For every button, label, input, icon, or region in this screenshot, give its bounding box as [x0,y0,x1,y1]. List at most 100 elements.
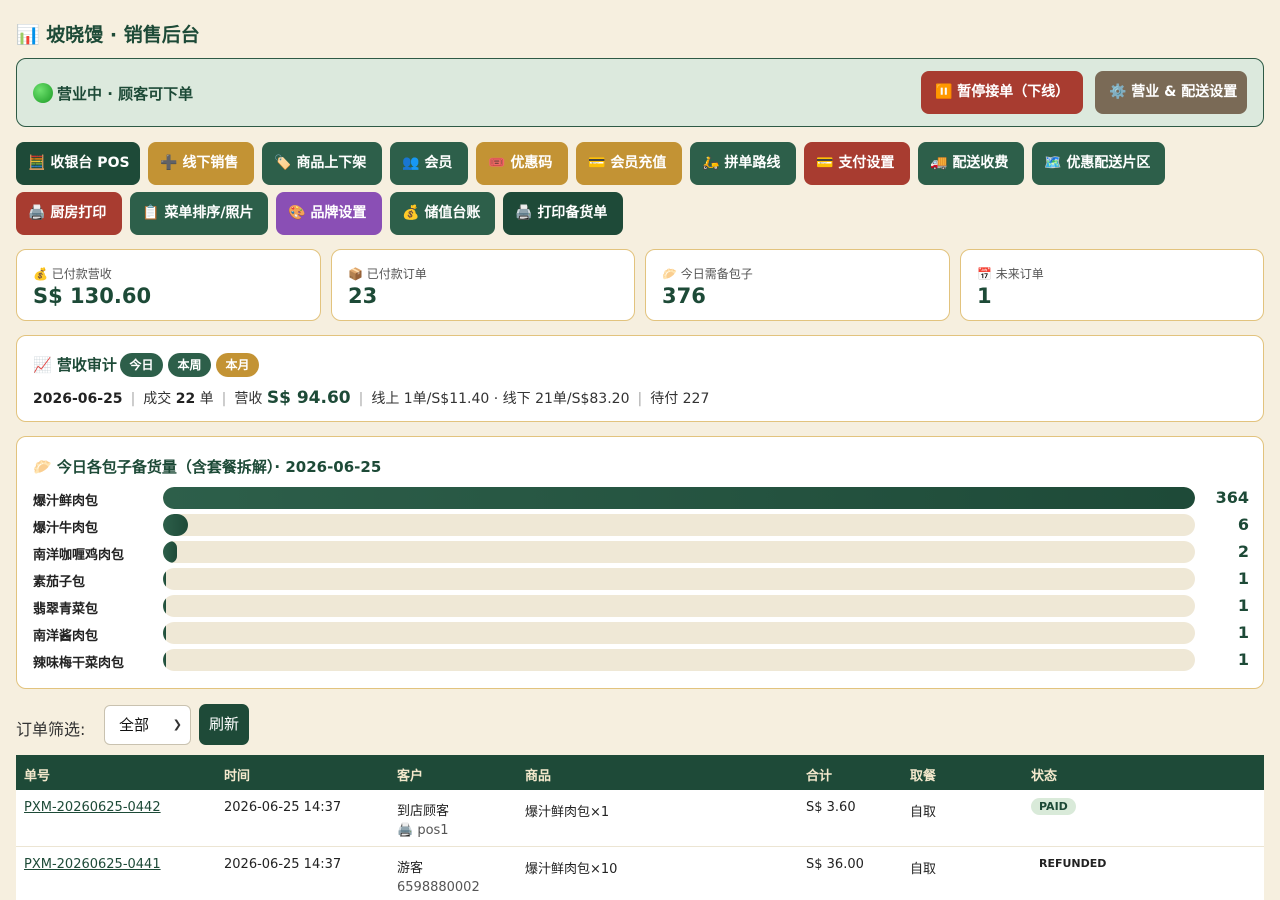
tab-today[interactable]: 今日 [120,353,163,377]
stock-item-name: 爆汁鲜肉包 [33,494,99,509]
nav-members-button[interactable]: 👥 会员 [390,142,468,185]
col-items: 商品 [525,769,552,784]
plus-icon: ➕ [160,155,178,171]
stock-title: 🥟 今日各包子备货量（含套餐拆解）· 2026-06-25 [33,458,382,476]
business-settings-button[interactable]: ⚙️ 营业 & 配送设置 [1095,71,1247,114]
stock-bar-track [163,541,1195,563]
nav-print-prep-button[interactable]: 🖨️ 打印备货单 [503,192,623,235]
stock-bar-row: 爆汁牛肉包 6 [33,514,1249,536]
stock-bar-track [163,514,1195,536]
audit-summary: 2026-06-25 | 成交 22 单 | 营收 S$ 94.60 | 线上 1单/S$1… [33,388,710,408]
orders-table: 单号 时间 客户 商品 合计 取餐 状态 PXM-20260625-0442 2… [16,755,1264,900]
stat-paid-revenue: 💰 已付款营收 S$ 130.60 [16,249,321,321]
stock-bar-fill [163,514,188,536]
card-icon: 💳 [588,155,606,171]
nav-stored-value-button[interactable]: 💰 储值台账 [390,192,495,235]
pause-orders-button[interactable]: ⏸️ 暂停接单（下线） [921,71,1083,114]
stock-bar-row: 辣味梅干菜肉包 1 [33,649,1249,671]
stock-bar-fill [163,595,166,617]
tab-month[interactable]: 本月 [216,353,259,377]
col-customer: 客户 [397,769,424,784]
money-bag-icon: 💰 [402,205,420,221]
col-status: 状态 [1031,769,1058,784]
stock-bar-track [163,649,1195,671]
clipboard-icon: 📋 [142,205,160,221]
revenue-audit-panel: 📈 营收审计 今日 本周 本月 2026-06-25 | 成交 22 单 | 营收 S$… [16,335,1264,422]
stock-bar-track [163,622,1195,644]
stock-bar-row: 素茄子包 1 [33,568,1249,590]
stock-item-name: 翡翠青菜包 [33,602,99,617]
nav-group-route-button[interactable]: 🛵 拼单路线 [690,142,796,185]
status-banner: 营业中 · 顾客可下单 ⏸️ 暂停接单（下线） ⚙️ 营业 & 配送设置 [16,58,1264,127]
nav-delivery-zones-button[interactable]: 🗺️ 优惠配送片区 [1032,142,1165,185]
audit-title: 📈 营收审计 [33,356,117,374]
col-order-id: 单号 [24,769,51,784]
online-dot-icon [33,83,53,103]
stock-item-name: 南洋酱肉包 [33,629,99,644]
users-icon: 👥 [402,155,420,171]
col-pickup: 取餐 [910,769,937,784]
order-filter-label: 订单筛选: [16,720,86,739]
stock-item-count: 1 [1237,596,1249,615]
nav-kitchen-print-button[interactable]: 🖨️ 厨房打印 [16,192,122,235]
nav-coupons-button[interactable]: 🎟️ 优惠码 [476,142,568,185]
nav-member-topup-button[interactable]: 💳 会员充值 [576,142,682,185]
printer-icon: 🖨️ [515,205,533,221]
stock-item-name: 南洋咖喱鸡肉包 [33,548,125,563]
stock-item-count: 6 [1237,515,1249,534]
col-time: 时间 [224,769,251,784]
nav-menu-sort-button[interactable]: 📋 菜单排序/照片 [130,192,268,235]
printer-icon: 🖨️ [28,205,46,221]
order-link[interactable]: PXM-20260625-0441 [24,857,161,872]
stock-bar-row: 南洋酱肉包 1 [33,622,1249,644]
bun-stock-panel: 🥟 今日各包子备货量（含套餐拆解）· 2026-06-25 爆汁鲜肉包 364 爆汁… [16,436,1264,689]
stock-bar-fill [163,541,177,563]
truck-icon: 🚚 [930,155,948,171]
stock-item-name: 素茄子包 [33,575,86,590]
status-badge: REFUNDED [1039,857,1107,870]
order-link[interactable]: PXM-20260625-0442 [24,800,161,815]
nav-brand-settings-button[interactable]: 🎨 品牌设置 [276,192,382,235]
chevron-down-icon: ❯ [172,718,182,731]
table-row[interactable]: PXM-20260625-0441 2026-06-25 14:37 游客 659… [16,847,1264,900]
stock-item-count: 2 [1237,542,1249,561]
palette-icon: 🎨 [288,205,306,221]
tag-icon: 🏷️ [274,155,292,171]
stock-item-count: 1 [1237,569,1249,588]
stock-item-count: 1 [1237,650,1249,669]
stock-bar-fill [163,622,166,644]
table-row[interactable]: PXM-20260625-0442 2026-06-25 14:37 到店顾客 🖨… [16,790,1264,847]
stock-bar-fill [163,487,1195,509]
page-title: 📊 坡晓馒 · 销售后台 [16,24,200,46]
nav-pos-button[interactable]: 🧮 收银台 POS [16,142,140,185]
table-header: 单号 时间 客户 商品 合计 取餐 状态 [16,755,1264,790]
stock-bar-row: 南洋咖喱鸡肉包 2 [33,541,1249,563]
stock-bar-track [163,595,1195,617]
card-icon: 💳 [816,155,834,171]
stock-item-count: 364 [1215,488,1249,507]
tab-week[interactable]: 本周 [168,353,211,377]
stock-item-count: 1 [1237,623,1249,642]
abacus-icon: 🧮 [28,155,46,171]
nav-payment-settings-button[interactable]: 💳 支付设置 [804,142,910,185]
scooter-icon: 🛵 [702,155,720,171]
nav-offline-sale-button[interactable]: ➕ 线下销售 [148,142,254,185]
stock-bar-fill [163,649,166,671]
status-badge: PAID [1031,798,1076,815]
map-icon: 🗺️ [1044,155,1062,171]
stock-bar-track [163,487,1195,509]
stock-item-name: 辣味梅干菜肉包 [33,656,125,671]
nav-products-button[interactable]: 🏷️ 商品上下架 [262,142,382,185]
ticket-icon: 🎟️ [488,155,506,171]
refresh-button[interactable]: 刷新 [199,704,249,745]
status-text: 营业中 · 顾客可下单 [33,83,193,104]
stock-bar-fill [163,568,166,590]
stock-bar-row: 翡翠青菜包 1 [33,595,1249,617]
stock-item-name: 爆汁牛肉包 [33,521,99,536]
stock-bar-row: 爆汁鲜肉包 364 [33,487,1249,509]
nav-delivery-fee-button[interactable]: 🚚 配送收费 [918,142,1024,185]
stat-future-orders: 📅 未来订单 1 [960,249,1264,321]
order-filter-select[interactable]: 全部 ❯ [104,705,191,745]
stat-paid-orders: 📦 已付款订单 23 [331,249,635,321]
stat-buns-needed: 🥟 今日需备包子 376 [645,249,950,321]
